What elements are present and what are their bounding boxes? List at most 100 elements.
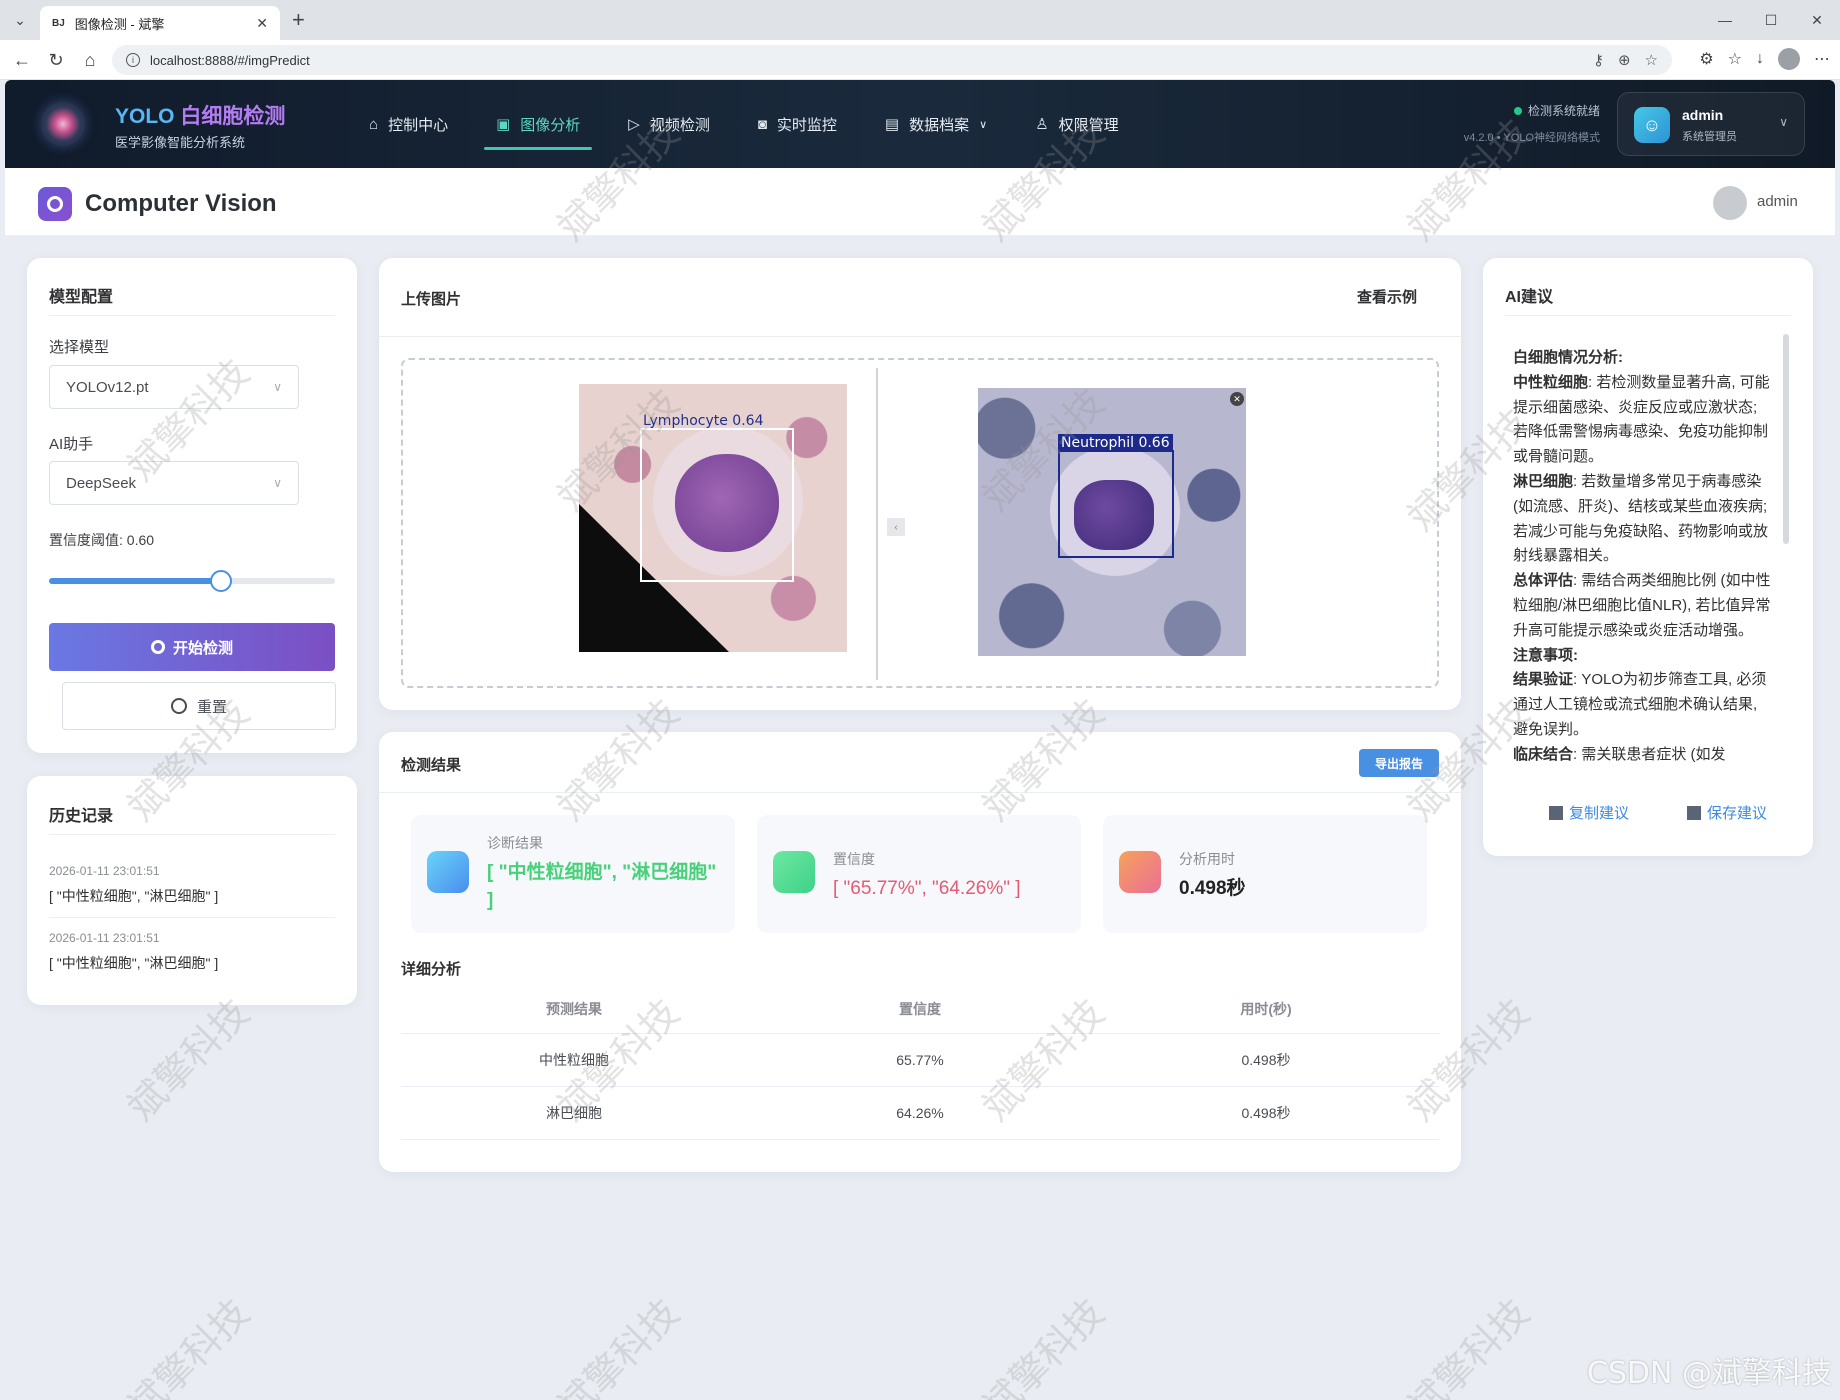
diagnosis-metric: 诊断结果 [ "中性粒细胞", "淋巴细胞" ] xyxy=(411,815,735,933)
extensions-icon[interactable]: ⚙ xyxy=(1699,49,1713,69)
back-icon[interactable]: ← xyxy=(10,48,34,72)
page-title: Computer Vision xyxy=(85,190,277,217)
threshold-slider[interactable] xyxy=(49,570,335,592)
sub-header-user[interactable]: admin xyxy=(1757,193,1798,210)
image-icon: ▣ xyxy=(496,116,511,133)
user-menu[interactable]: ☺ admin 系统管理员 ∨ xyxy=(1617,92,1805,156)
download-icon[interactable]: ↓ xyxy=(1756,50,1764,68)
home-icon[interactable]: ⌂ xyxy=(78,48,102,72)
save-suggestion-button[interactable]: 保存建议 xyxy=(1687,802,1767,823)
new-tab-icon[interactable]: + xyxy=(292,8,305,32)
zoom-icon[interactable]: ⊕ xyxy=(1618,51,1631,69)
history-card: 历史记录 2026-01-11 23:01:51 [ "中性粒细胞", "淋巴细… xyxy=(27,776,357,1005)
ai-paragraph: 总体评估: 需结合两类细胞比例 (如中性粒细胞/淋巴细胞比值NLR), 若比值异… xyxy=(1513,572,1771,639)
close-tab-icon[interactable]: ✕ xyxy=(256,15,268,32)
star-icon[interactable]: ☆ xyxy=(1645,51,1658,69)
key-icon[interactable]: ⚷ xyxy=(1593,51,1604,69)
neutrophil-label: Neutrophil 0.66 xyxy=(1058,434,1173,452)
remove-image-icon[interactable]: ✕ xyxy=(1230,392,1244,406)
model-label: 选择模型 xyxy=(49,339,110,356)
table-cell: 0.498秒 xyxy=(1241,1052,1291,1068)
history-result: [ "中性粒细胞", "淋巴细胞" ] xyxy=(49,955,219,971)
ai-paragraph: 淋巴细胞: 若数量增多常见于病毒感染 (如流感、肝炎)、结核或某些血液疾病; 若… xyxy=(1513,472,1769,565)
nav-dashboard[interactable]: ⌂ 控制中心 xyxy=(345,80,472,168)
nav-video-detection[interactable]: ▷ 视频检测 xyxy=(604,80,734,168)
window-close-icon[interactable]: ✕ xyxy=(1794,0,1840,40)
favorites-icon[interactable]: ☆ xyxy=(1728,49,1742,69)
detail-table: 预测结果 置信度 用时(秒) 中性粒细胞 65.77% 0.498秒 淋巴细胞 … xyxy=(401,984,1439,1140)
timer-icon xyxy=(1119,851,1161,893)
table-cell: 淋巴细胞 xyxy=(546,1105,602,1121)
ai-heading: 白细胞情况分析: xyxy=(1513,349,1623,366)
clock-icon xyxy=(170,698,187,714)
upload-dropzone[interactable]: Lymphocyte 0.64 ‹ Neutrophil 0.66 ✕ xyxy=(401,358,1439,688)
top-nav: ⌂ 控制中心 ▣ 图像分析 ▷ 视频检测 ◙ 实时监控 ▤ 数据档案 ∨ ♙ 权限管理 xyxy=(345,80,1143,168)
brand-subtitle: 医学影像智能分析系统 xyxy=(115,135,246,150)
lymphocyte-image: Lymphocyte 0.64 xyxy=(579,384,847,652)
history-time: 2026-01-11 23:01:51 xyxy=(49,864,160,878)
watermark: 斌擎科技 xyxy=(1399,1290,1538,1400)
table-cell: 64.26% xyxy=(896,1105,944,1121)
watermark: 斌擎科技 xyxy=(549,1290,688,1400)
site-info-icon[interactable]: i xyxy=(126,53,140,67)
model-select-value: YOLOv12.pt xyxy=(66,378,149,396)
detail-title: 详细分析 xyxy=(401,961,462,978)
slider-handle[interactable] xyxy=(209,570,232,592)
export-report-button[interactable]: 导出报告 xyxy=(1359,749,1439,777)
diagnosis-label: 诊断结果 xyxy=(487,835,543,851)
nav-permissions[interactable]: ♙ 权限管理 xyxy=(1011,80,1142,168)
version-text: v4.2.0 • YOLO神经网络模式 xyxy=(1463,132,1600,144)
ai-title: AI建议 xyxy=(1505,289,1554,306)
sub-header: Computer Vision admin xyxy=(5,168,1835,236)
browser-tab[interactable]: BJ 图像检测 - 斌擎 ✕ xyxy=(40,6,280,40)
more-icon[interactable]: ⋯ xyxy=(1814,49,1830,69)
address-bar-row: ← ↻ ⌂ i localhost:8888/#/imgPredict ⚷ ⊕ … xyxy=(0,40,1840,80)
document-icon: ▤ xyxy=(884,116,900,133)
home-icon: ⌂ xyxy=(369,115,379,133)
neutrophil-image: Neutrophil 0.66 ✕ xyxy=(978,388,1246,656)
history-item[interactable]: 2026-01-11 23:01:51 [ "中性粒细胞", "淋巴细胞" ] xyxy=(49,931,335,973)
history-time: 2026-01-11 23:01:51 xyxy=(49,931,160,945)
table-row: 中性粒细胞 65.77% 0.498秒 xyxy=(401,1034,1439,1087)
divider xyxy=(379,792,1461,793)
time-value: 0.498秒 xyxy=(1179,878,1246,899)
copy-suggestion-button[interactable]: 复制建议 xyxy=(1549,802,1629,823)
url-field[interactable]: i localhost:8888/#/imgPredict ⚷ ⊕ ☆ xyxy=(112,45,1672,75)
column-header: 用时(秒) xyxy=(1240,1000,1292,1017)
history-item[interactable]: 2026-01-11 23:01:51 [ "中性粒细胞", "淋巴细胞" ] xyxy=(49,864,335,906)
user-role: 系统管理员 xyxy=(1682,131,1737,143)
scrollbar[interactable] xyxy=(1783,334,1789,544)
compare-divider[interactable] xyxy=(876,368,878,680)
time-metric: 分析用时 0.498秒 xyxy=(1103,815,1427,933)
upload-card: 上传图片 查看示例 Lymphocyte 0.64 ‹ Neutrophil 0… xyxy=(379,258,1461,710)
nav-data-archive[interactable]: ▤ 数据档案 ∨ xyxy=(861,80,1011,168)
status-dot xyxy=(1513,107,1522,115)
avatar[interactable] xyxy=(1713,186,1747,220)
save-icon xyxy=(1687,805,1701,820)
model-select[interactable]: YOLOv12.pt ∨ xyxy=(49,365,299,409)
compare-handle-icon[interactable]: ‹ xyxy=(887,518,905,536)
maximize-icon[interactable]: ☐ xyxy=(1748,0,1794,40)
tab-list-chevron-icon[interactable]: ⌄ xyxy=(8,8,32,32)
profile-avatar[interactable] xyxy=(1778,48,1800,70)
detect-icon xyxy=(150,640,165,654)
nav-image-analysis[interactable]: ▣ 图像分析 xyxy=(472,80,604,168)
cell-logo-icon xyxy=(41,102,85,146)
column-header: 预测结果 xyxy=(546,1000,602,1017)
system-status: 检测系统就绪 v4.2.0 • YOLO神经网络模式 xyxy=(1430,102,1600,145)
watermark: 斌擎科技 xyxy=(119,1290,258,1400)
lymphocyte-label: Lymphocyte 0.64 xyxy=(643,413,764,429)
reload-icon[interactable]: ↻ xyxy=(44,48,68,72)
assistant-select[interactable]: DeepSeek ∨ xyxy=(49,461,299,505)
model-config-card: 模型配置 选择模型 YOLOv12.pt ∨ AI助手 DeepSeek ∨ 置信度… xyxy=(27,258,357,753)
reset-button[interactable]: 重置 xyxy=(62,682,336,730)
minimize-icon[interactable]: — xyxy=(1702,0,1748,40)
ai-suggestion-card: AI建议 白细胞情况分析: 中性粒细胞: 若检测数量显著升高, 可能提示细菌感染… xyxy=(1483,258,1813,856)
history-result: [ "中性粒细胞", "淋巴细胞" ] xyxy=(49,888,219,904)
view-example-link[interactable]: 查看示例 xyxy=(1357,286,1417,307)
start-detect-button[interactable]: 开始检测 xyxy=(49,623,335,671)
nav-live-monitor[interactable]: ◙ 实时监控 xyxy=(734,80,861,168)
play-icon: ▷ xyxy=(628,116,640,133)
model-config-title: 模型配置 xyxy=(49,289,114,306)
copy-icon xyxy=(1549,805,1563,820)
